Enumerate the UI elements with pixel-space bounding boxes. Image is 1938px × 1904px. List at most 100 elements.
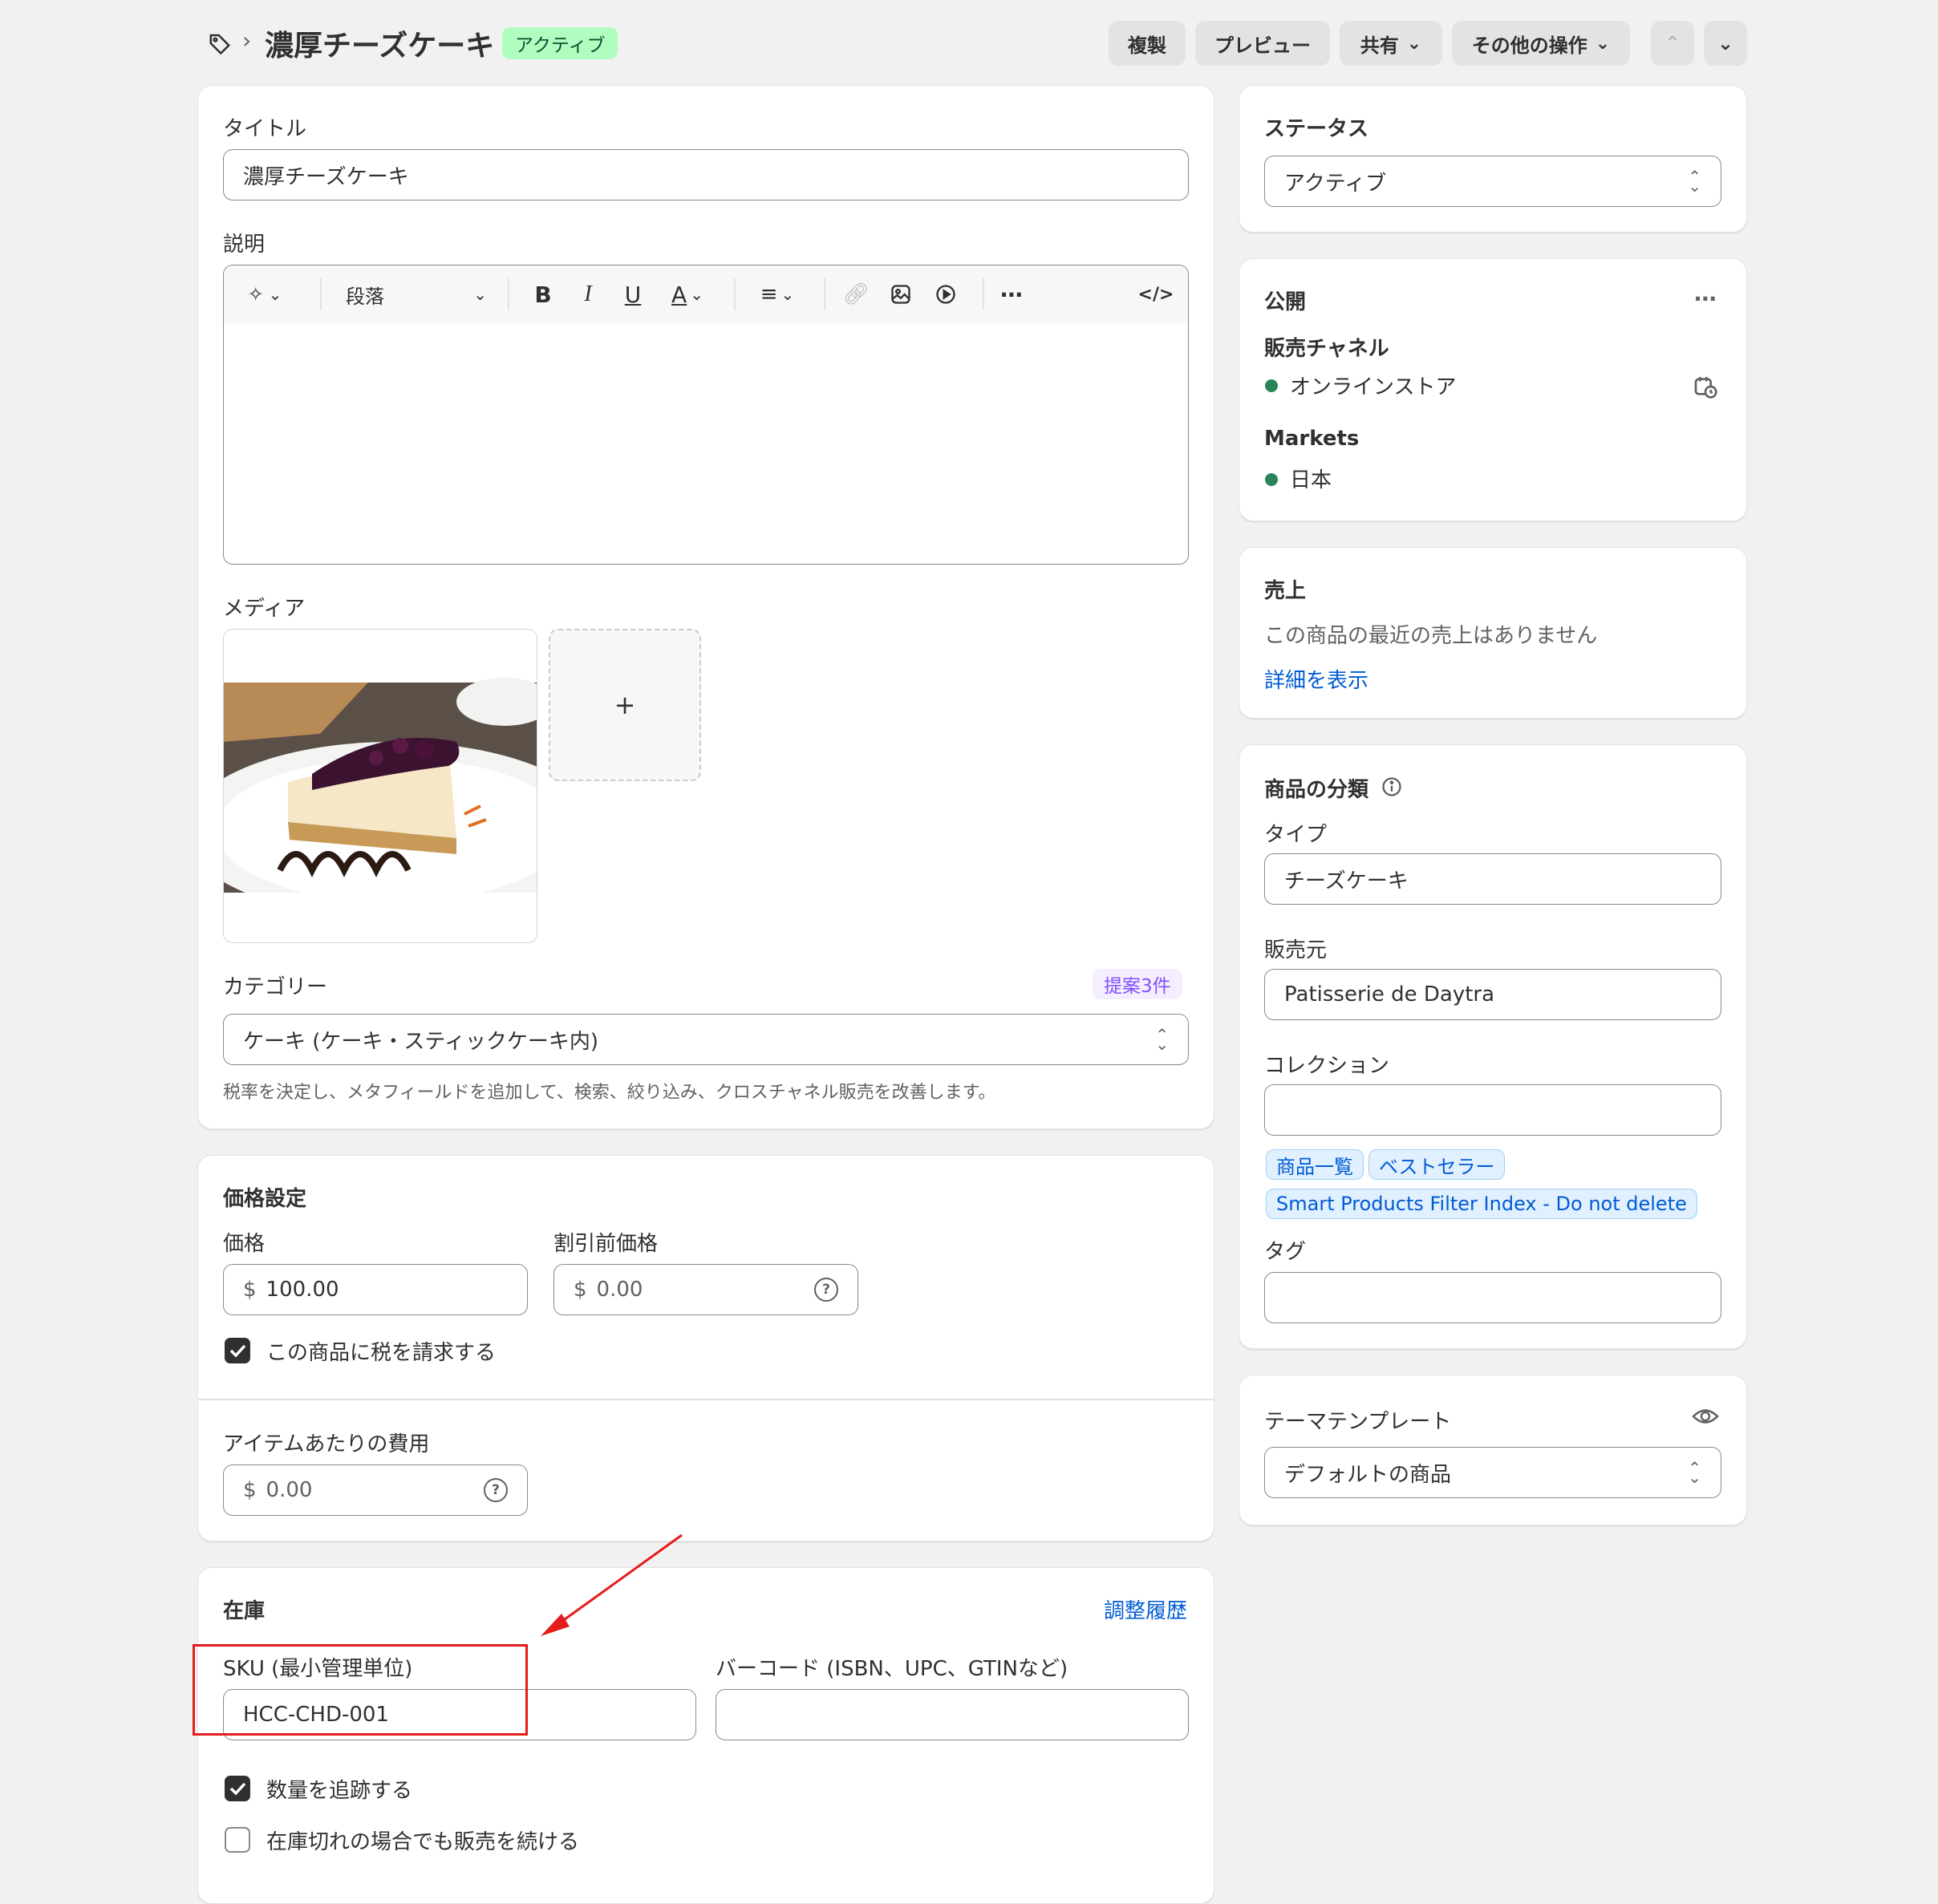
description-label: 説明: [223, 233, 266, 257]
info-circle-icon[interactable]: [1380, 775, 1404, 799]
toolbar-divider: [824, 278, 825, 310]
share-button[interactable]: 共有 ⌄: [1340, 21, 1442, 66]
paragraph-select[interactable]: 段落 ⌄: [346, 280, 487, 309]
select-arrows-icon: ⌃ ⌄: [1155, 1025, 1169, 1054]
track-quantity-label: 数量を追跡する: [266, 1779, 413, 1803]
type-input[interactable]: チーズケーキ: [1264, 853, 1721, 905]
currency-symbol: $: [243, 1278, 257, 1302]
cost-per-item-label: アイテムあたりの費用: [223, 1432, 430, 1456]
preview-label: プレビュー: [1214, 34, 1311, 57]
japan-market: 日本: [1290, 468, 1332, 492]
chevron-down-icon: ⌄: [1595, 33, 1611, 54]
eye-icon[interactable]: [1688, 1402, 1723, 1431]
vendor-label: 販売元: [1264, 938, 1328, 962]
online-store-status-dot: [1265, 379, 1278, 392]
currency-symbol: $: [243, 1478, 257, 1502]
chevron-down-icon: ⌄: [473, 285, 487, 304]
continue-selling-checkbox[interactable]: [225, 1827, 250, 1853]
help-circle-icon[interactable]: ?: [484, 1478, 508, 1502]
category-help-text: 税率を決定し、メタフィールドを追加して、検索、絞り込み、クロスチャネル販売を改善…: [223, 1083, 996, 1103]
compare-at-price-input[interactable]: $ 0.00 ?: [553, 1264, 858, 1315]
more-actions-label: その他の操作: [1471, 34, 1587, 57]
collection-chip[interactable]: 商品一覧: [1266, 1149, 1364, 1180]
cost-per-item-placeholder: 0.00: [266, 1478, 313, 1502]
theme-template-heading: テーマテンプレート: [1264, 1410, 1452, 1434]
tags-label: タグ: [1264, 1240, 1307, 1264]
theme-template-value: デフォルトの商品: [1284, 1462, 1452, 1487]
category-value: ケーキ (ケーキ・スティックケーキ内): [243, 1029, 598, 1054]
page-title: 濃厚チーズケーキ: [265, 30, 495, 63]
online-store-channel: オンラインストア: [1290, 375, 1457, 399]
tags-input[interactable]: [1264, 1272, 1721, 1323]
more-horizontal-icon[interactable]: ⋯: [1688, 284, 1723, 313]
next-product-button[interactable]: ⌄: [1704, 21, 1747, 66]
chevron-up-icon: ⌃: [1664, 32, 1681, 55]
ai-magic-icon[interactable]: ✧ ⌄: [241, 280, 288, 309]
plus-icon: +: [614, 690, 636, 720]
category-suggestions-badge[interactable]: 提案3件: [1093, 969, 1182, 999]
organization-heading: 商品の分類: [1264, 778, 1369, 802]
image-icon[interactable]: [886, 280, 915, 309]
sales-empty-text: この商品の最近の売上はありません: [1264, 624, 1598, 648]
text-color-icon[interactable]: A ⌄: [663, 280, 712, 309]
charge-tax-label: この商品に税を請求する: [266, 1341, 497, 1365]
select-arrows-icon: ⌃ ⌄: [1688, 167, 1701, 196]
chevron-down-icon: ⌄: [1406, 33, 1422, 54]
pricing-divider: [198, 1399, 1214, 1400]
help-circle-icon[interactable]: ?: [814, 1278, 838, 1302]
track-quantity-checkbox[interactable]: [225, 1776, 250, 1801]
preview-button[interactable]: プレビュー: [1195, 21, 1330, 66]
underline-icon[interactable]: U: [618, 280, 647, 309]
adjustment-history-link[interactable]: 調整履歴: [1104, 1594, 1187, 1624]
type-label: タイプ: [1264, 823, 1328, 847]
currency-symbol: $: [574, 1278, 587, 1302]
theme-template-select[interactable]: デフォルトの商品 ⌃ ⌄: [1264, 1447, 1721, 1498]
continue-selling-label: 在庫切れの場合でも販売を続ける: [266, 1830, 580, 1854]
price-input[interactable]: $ 100.00: [223, 1264, 528, 1315]
product-details-card: [197, 85, 1214, 1129]
duplicate-label: 複製: [1128, 34, 1166, 57]
checkmark-icon: [229, 1344, 246, 1358]
vendor-input[interactable]: Patisserie de Daytra: [1264, 969, 1721, 1020]
collection-chip[interactable]: Smart Products Filter Index - Do not del…: [1266, 1189, 1697, 1219]
status-select[interactable]: アクティブ ⌃ ⌄: [1264, 156, 1721, 207]
toolbar-divider: [734, 278, 736, 310]
compare-at-price-label: 割引前価格: [553, 1232, 659, 1256]
barcode-input[interactable]: [716, 1689, 1189, 1740]
collections-input[interactable]: [1264, 1084, 1721, 1136]
sales-details-link[interactable]: 詳細を表示: [1264, 664, 1368, 694]
collection-chip[interactable]: ベストセラー: [1368, 1149, 1506, 1180]
duplicate-button[interactable]: 複製: [1109, 21, 1186, 66]
bold-icon[interactable]: B: [529, 280, 557, 309]
description-editor[interactable]: ✧ ⌄ 段落 ⌄ B I U A ⌄ ≡ ⌄ 🔗︎ ⋯ </>: [223, 265, 1189, 565]
price-value: 100.00: [266, 1278, 339, 1302]
align-icon[interactable]: ≡ ⌄: [753, 280, 801, 309]
code-view-icon[interactable]: </>: [1138, 280, 1174, 309]
cost-per-item-input[interactable]: $ 0.00 ?: [223, 1464, 528, 1516]
sales-heading: 売上: [1264, 579, 1307, 603]
select-arrows-icon: ⌃ ⌄: [1688, 1458, 1701, 1487]
title-input[interactable]: 濃厚チーズケーキ: [223, 149, 1189, 201]
publishing-heading: 公開: [1264, 290, 1307, 314]
italic-icon[interactable]: I: [574, 280, 602, 309]
more-actions-button[interactable]: その他の操作 ⌄: [1452, 21, 1630, 66]
markets-label: Markets: [1264, 427, 1360, 451]
tag-icon[interactable]: [205, 29, 234, 58]
link-icon[interactable]: 🔗︎: [841, 280, 870, 309]
cheesecake-photo: [224, 678, 537, 942]
toolbar-divider: [508, 278, 509, 310]
checkmark-icon: [229, 1782, 246, 1796]
previous-product-button[interactable]: ⌃: [1651, 21, 1694, 66]
status-badge: アクティブ: [502, 27, 618, 59]
schedule-calendar-icon[interactable]: [1689, 371, 1721, 403]
more-formatting-icon[interactable]: ⋯: [997, 280, 1026, 309]
toolbar-divider: [320, 278, 322, 310]
product-image-thumbnail[interactable]: [223, 629, 537, 943]
annotation-highlight-box: [193, 1644, 528, 1736]
charge-tax-checkbox[interactable]: [225, 1338, 250, 1363]
category-select[interactable]: ケーキ (ケーキ・スティックケーキ内) ⌃ ⌄: [223, 1014, 1189, 1065]
japan-market-status-dot: [1265, 473, 1278, 486]
annotation-arrow: [541, 1533, 683, 1636]
video-icon[interactable]: [931, 280, 960, 309]
add-media-button[interactable]: +: [549, 629, 701, 781]
